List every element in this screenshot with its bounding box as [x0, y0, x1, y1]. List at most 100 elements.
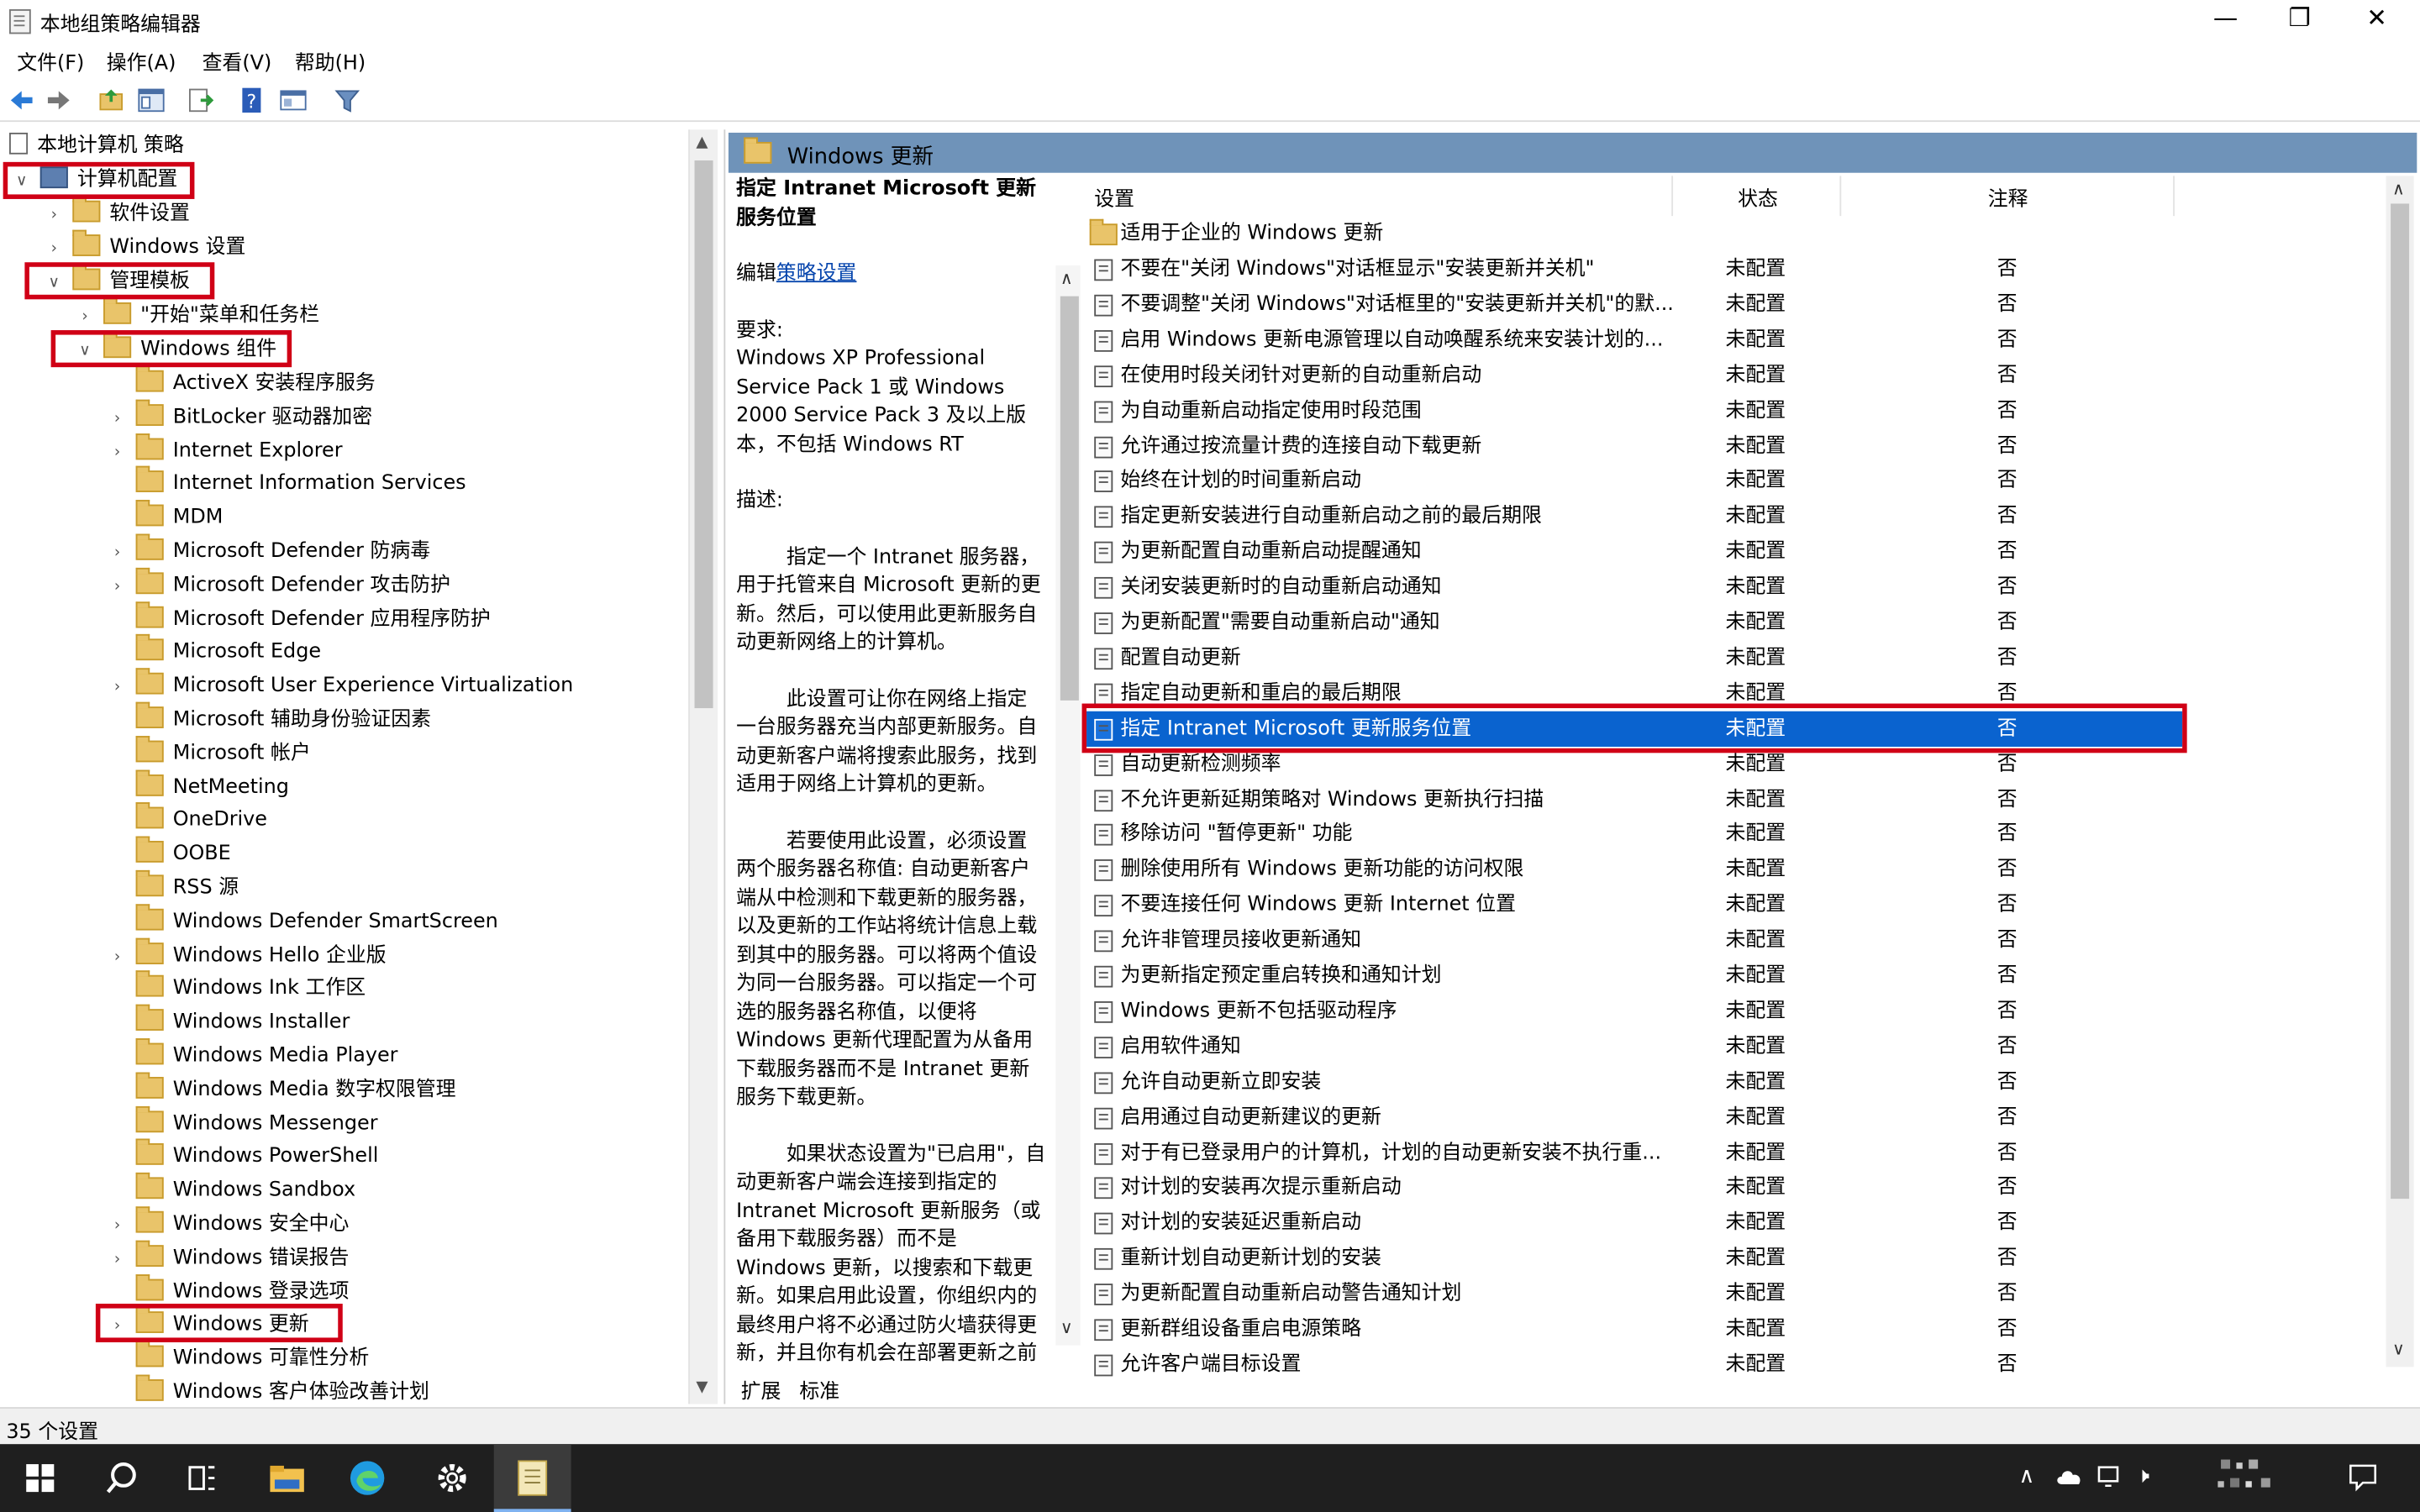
tree-node-component[interactable]: Windows 登录选项	[108, 1273, 350, 1308]
menu-view[interactable]: 查看(V)	[203, 46, 272, 76]
windows-start-icon[interactable]	[18, 1457, 61, 1499]
table-row[interactable]: 允许客户端目标设置 未配置 否	[1086, 1347, 2182, 1382]
menu-help[interactable]: 帮助(H)	[295, 46, 366, 76]
table-row[interactable]: 在使用时段关闭针对更新的自动重新启动 未配置 否	[1086, 358, 2182, 393]
table-row[interactable]: 为更新配置自动重新启动警告通知计划 未配置 否	[1086, 1276, 2182, 1311]
table-row[interactable]: 重新计划自动更新计划的安装 未配置 否	[1086, 1241, 2182, 1276]
table-row[interactable]: 为更新配置"需要自动重新启动"通知 未配置 否	[1086, 605, 2182, 640]
tree-node-component[interactable]: ActiveX 安装程序服务	[108, 365, 376, 400]
chevron-right-icon[interactable]: ›	[108, 1243, 127, 1276]
chevron-right-icon[interactable]: ›	[108, 1210, 127, 1242]
chevron-right-icon[interactable]: ›	[45, 199, 63, 232]
scroll-thumb[interactable]	[1060, 296, 1079, 701]
tree-node-component[interactable]: › Windows 安全中心	[108, 1206, 350, 1242]
export-list-icon[interactable]	[187, 87, 214, 114]
table-row[interactable]: Windows 更新不包括驱动程序 未配置 否	[1086, 994, 2182, 1029]
filter-icon[interactable]	[334, 87, 361, 114]
close-button[interactable]: ✕	[2341, 0, 2412, 40]
column-header-setting[interactable]: 设置	[1094, 182, 1134, 212]
network-icon[interactable]	[2096, 1464, 2123, 1488]
list-folder-row[interactable]: 适用于企业的 Windows 更新	[1086, 216, 2182, 251]
column-header-state[interactable]: 状态	[1738, 182, 1778, 212]
table-row[interactable]: 更新群组设备重启电源策略 未配置 否	[1086, 1311, 2182, 1347]
tree-node-windows-settings[interactable]: › Windows 设置	[45, 229, 245, 265]
properties-icon[interactable]	[279, 87, 307, 114]
tree-node-component[interactable]: › Microsoft Defender 防病毒	[108, 533, 431, 570]
table-row[interactable]: 为自动重新启动指定使用时段范围 未配置 否	[1086, 393, 2182, 428]
tree-node-root[interactable]: 本地计算机 策略	[9, 129, 184, 162]
tray-overflow-icon[interactable]: ∧	[2018, 1464, 2034, 1488]
tree-node-component[interactable]: › Windows Hello 企业版	[108, 937, 387, 972]
table-row[interactable]: 对计划的安装再次提示重新启动 未配置 否	[1086, 1170, 2182, 1205]
task-view-icon[interactable]	[181, 1457, 224, 1499]
tree-node-component[interactable]: Windows 可靠性分析	[108, 1341, 369, 1375]
clock-pixelated-icon[interactable]	[2215, 1457, 2276, 1499]
tree-node-component[interactable]: Windows Media 数字权限管理	[108, 1072, 456, 1106]
scroll-up-icon[interactable]: ▲	[696, 134, 708, 151]
table-row[interactable]: 指定更新安装进行自动重新启动之前的最后期限 未配置 否	[1086, 499, 2182, 534]
tree-node-component[interactable]: Windows Defender SmartScreen	[108, 903, 498, 938]
table-row[interactable]: 始终在计划的时间重新启动 未配置 否	[1086, 464, 2182, 499]
table-row[interactable]: 启用通过自动更新建议的更新 未配置 否	[1086, 1100, 2182, 1135]
table-row[interactable]: 移除访问 "暂停更新" 功能 未配置 否	[1086, 816, 2182, 852]
table-row[interactable]: 不要调整"关闭 Windows"对话框里的"安装更新并关机"的默... 未配置 否	[1086, 286, 2182, 322]
tree-node-component[interactable]: MDM	[108, 500, 223, 534]
scroll-up-icon[interactable]: ∧	[2392, 179, 2405, 199]
tree-node-component[interactable]: › Microsoft Defender 攻击防护	[108, 567, 450, 603]
minimize-button[interactable]: —	[2190, 0, 2260, 40]
tree-node-component[interactable]: Windows Installer	[108, 1005, 350, 1039]
scroll-down-icon[interactable]: ▼	[696, 1379, 708, 1396]
tree-node-start-menu[interactable]: › "开始"菜单和任务栏	[76, 297, 319, 332]
tree-scrollbar[interactable]: ▲ ▼	[688, 129, 718, 1404]
tree-node-component[interactable]: RSS 源	[108, 869, 239, 905]
settings-gear-icon[interactable]	[430, 1457, 473, 1499]
chevron-right-icon[interactable]: ›	[108, 570, 127, 603]
tree-node-component[interactable]: › Microsoft User Experience Virtualizatio…	[108, 668, 574, 704]
table-row[interactable]: 允许自动更新立即安装 未配置 否	[1086, 1064, 2182, 1100]
tree-node-component[interactable]: Microsoft Edge	[108, 634, 321, 669]
table-row[interactable]: 允许非管理员接收更新通知 未配置 否	[1086, 923, 2182, 958]
tree-node-component[interactable]: Microsoft 帐户	[108, 735, 311, 770]
chevron-right-icon[interactable]: ›	[108, 537, 127, 570]
edge-browser-icon[interactable]	[345, 1457, 388, 1499]
tree-node-component[interactable]: Microsoft 辅助身份验证因素	[108, 701, 431, 737]
search-icon[interactable]	[100, 1457, 143, 1499]
list-scrollbar[interactable]: ∧ ∨	[2386, 176, 2414, 1368]
help-icon[interactable]: ?	[239, 87, 267, 114]
table-row[interactable]: 启用 Windows 更新电源管理以自动唤醒系统来安装计划的... 未配置 否	[1086, 323, 2182, 358]
restore-button[interactable]: ❐	[2264, 0, 2334, 40]
menu-action[interactable]: 操作(A)	[107, 46, 176, 76]
tree-node-component[interactable]: Microsoft Defender 应用程序防护	[108, 601, 491, 635]
up-folder-icon[interactable]	[97, 87, 125, 114]
tab-extended[interactable]: 扩展	[741, 1375, 781, 1404]
chevron-right-icon[interactable]: ›	[45, 233, 63, 265]
chevron-right-icon[interactable]: ›	[108, 436, 127, 469]
tree-node-component[interactable]: Internet Information Services	[108, 466, 466, 501]
table-row[interactable]: 配置自动更新 未配置 否	[1086, 640, 2182, 675]
tree-node-component[interactable]: Windows 客户体验改善计划	[108, 1374, 429, 1404]
tree-node-component[interactable]: Windows Messenger	[108, 1105, 378, 1140]
tree-node-component[interactable]: › BitLocker 驱动器加密	[108, 399, 372, 435]
tree-node-component[interactable]: Windows PowerShell	[108, 1139, 378, 1173]
forward-arrow-icon[interactable]	[45, 87, 72, 114]
notification-center-icon[interactable]	[2348, 1461, 2379, 1492]
table-row[interactable]: 启用软件通知 未配置 否	[1086, 1029, 2182, 1064]
scroll-down-icon[interactable]: ∨	[2392, 1339, 2405, 1359]
scroll-thumb[interactable]	[2391, 203, 2410, 1200]
tab-standard[interactable]: 标准	[799, 1375, 839, 1404]
show-hide-tree-icon[interactable]	[137, 87, 165, 114]
back-arrow-icon[interactable]	[8, 87, 35, 114]
table-row[interactable]: 为更新指定预定重启转换和通知计划 未配置 否	[1086, 958, 2182, 994]
tree-node-component[interactable]: › Internet Explorer	[108, 433, 343, 469]
tree-node-component[interactable]: Windows Media Player	[108, 1038, 398, 1073]
chevron-right-icon[interactable]: ›	[108, 671, 127, 704]
scroll-up-icon[interactable]: ∧	[1060, 269, 1073, 289]
table-row[interactable]: 对于有已登录用户的计算机，计划的自动更新安装不执行重... 未配置 否	[1086, 1135, 2182, 1170]
chevron-right-icon[interactable]: ›	[108, 402, 127, 435]
table-row[interactable]: 允许通过按流量计费的连接自动下载更新 未配置 否	[1086, 428, 2182, 464]
tree-node-component[interactable]: Windows Ink 工作区	[108, 971, 366, 1005]
table-row[interactable]: 不要连接任何 Windows 更新 Internet 位置 未配置 否	[1086, 887, 2182, 922]
table-row[interactable]: 不允许更新延期策略对 Windows 更新执行扫描 未配置 否	[1086, 781, 2182, 816]
table-row[interactable]: 删除使用所有 Windows 更新功能的访问权限 未配置 否	[1086, 852, 2182, 887]
tree-node-component[interactable]: OneDrive	[108, 802, 267, 837]
